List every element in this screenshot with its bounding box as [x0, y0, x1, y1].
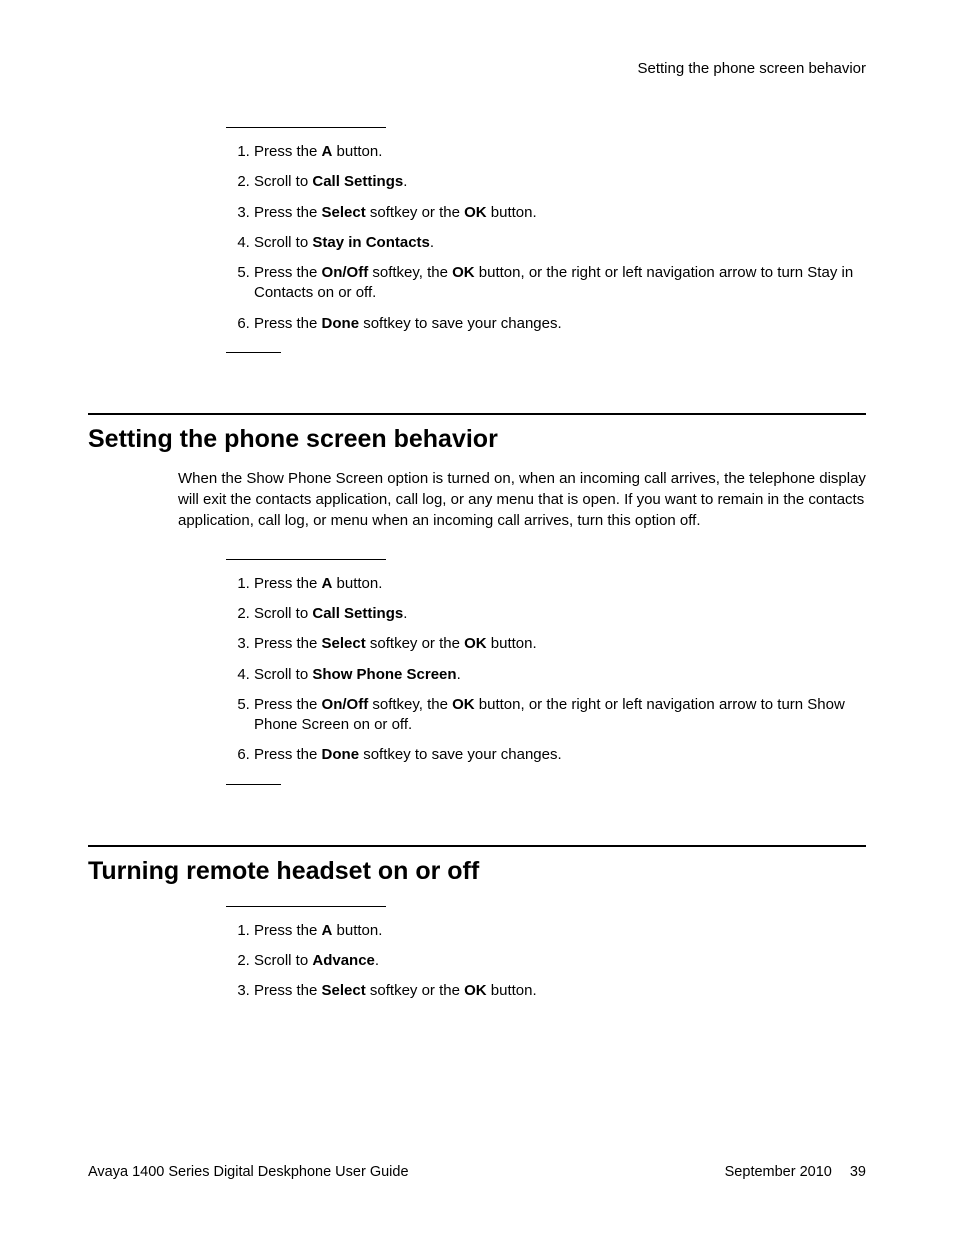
- list-item: Scroll to Call Settings.: [254, 172, 866, 192]
- section-title: Setting the phone screen behavior: [88, 425, 866, 454]
- page: Setting the phone screen behavior Press …: [0, 0, 954, 1235]
- rule-top: [226, 559, 386, 560]
- footer-right: September 2010 39: [725, 1164, 866, 1180]
- list-item: Press the On/Off softkey, the OK button,…: [254, 263, 866, 304]
- list-item: Press the On/Off softkey, the OK button,…: [254, 695, 866, 736]
- list-item: Press the Select softkey or the OK butto…: [254, 203, 866, 223]
- section-rule: [88, 413, 866, 415]
- rule-top: [226, 906, 386, 907]
- list-item: Press the A button.: [254, 921, 866, 941]
- footer-date: September 2010: [725, 1164, 832, 1180]
- page-footer: Avaya 1400 Series Digital Deskphone User…: [88, 1164, 866, 1180]
- list-item: Press the Select softkey or the OK butto…: [254, 634, 866, 654]
- list-item: Press the A button.: [254, 142, 866, 162]
- list-item: Press the Select softkey or the OK butto…: [254, 981, 866, 1001]
- list-item: Scroll to Stay in Contacts.: [254, 233, 866, 253]
- list-item: Scroll to Advance.: [254, 951, 866, 971]
- steps-list-c: Press the A button. Scroll to Advance. P…: [226, 921, 866, 1002]
- list-item: Press the Done softkey to save your chan…: [254, 745, 866, 765]
- steps-list-a: Press the A button. Scroll to Call Setti…: [226, 142, 866, 334]
- section-rule: [88, 845, 866, 847]
- steps-list-b: Press the A button. Scroll to Call Setti…: [226, 574, 866, 766]
- list-item: Scroll to Show Phone Screen.: [254, 665, 866, 685]
- rule-top: [226, 127, 386, 128]
- list-item: Press the Done softkey to save your chan…: [254, 314, 866, 334]
- body-paragraph: When the Show Phone Screen option is tur…: [178, 468, 866, 531]
- section-title: Turning remote headset on or off: [88, 857, 866, 886]
- page-number: 39: [850, 1164, 866, 1180]
- running-header: Setting the phone screen behavior: [88, 60, 866, 77]
- rule-bottom: [226, 784, 281, 785]
- list-item: Scroll to Call Settings.: [254, 604, 866, 624]
- footer-doc-title: Avaya 1400 Series Digital Deskphone User…: [88, 1164, 409, 1180]
- rule-bottom: [226, 352, 281, 353]
- list-item: Press the A button.: [254, 574, 866, 594]
